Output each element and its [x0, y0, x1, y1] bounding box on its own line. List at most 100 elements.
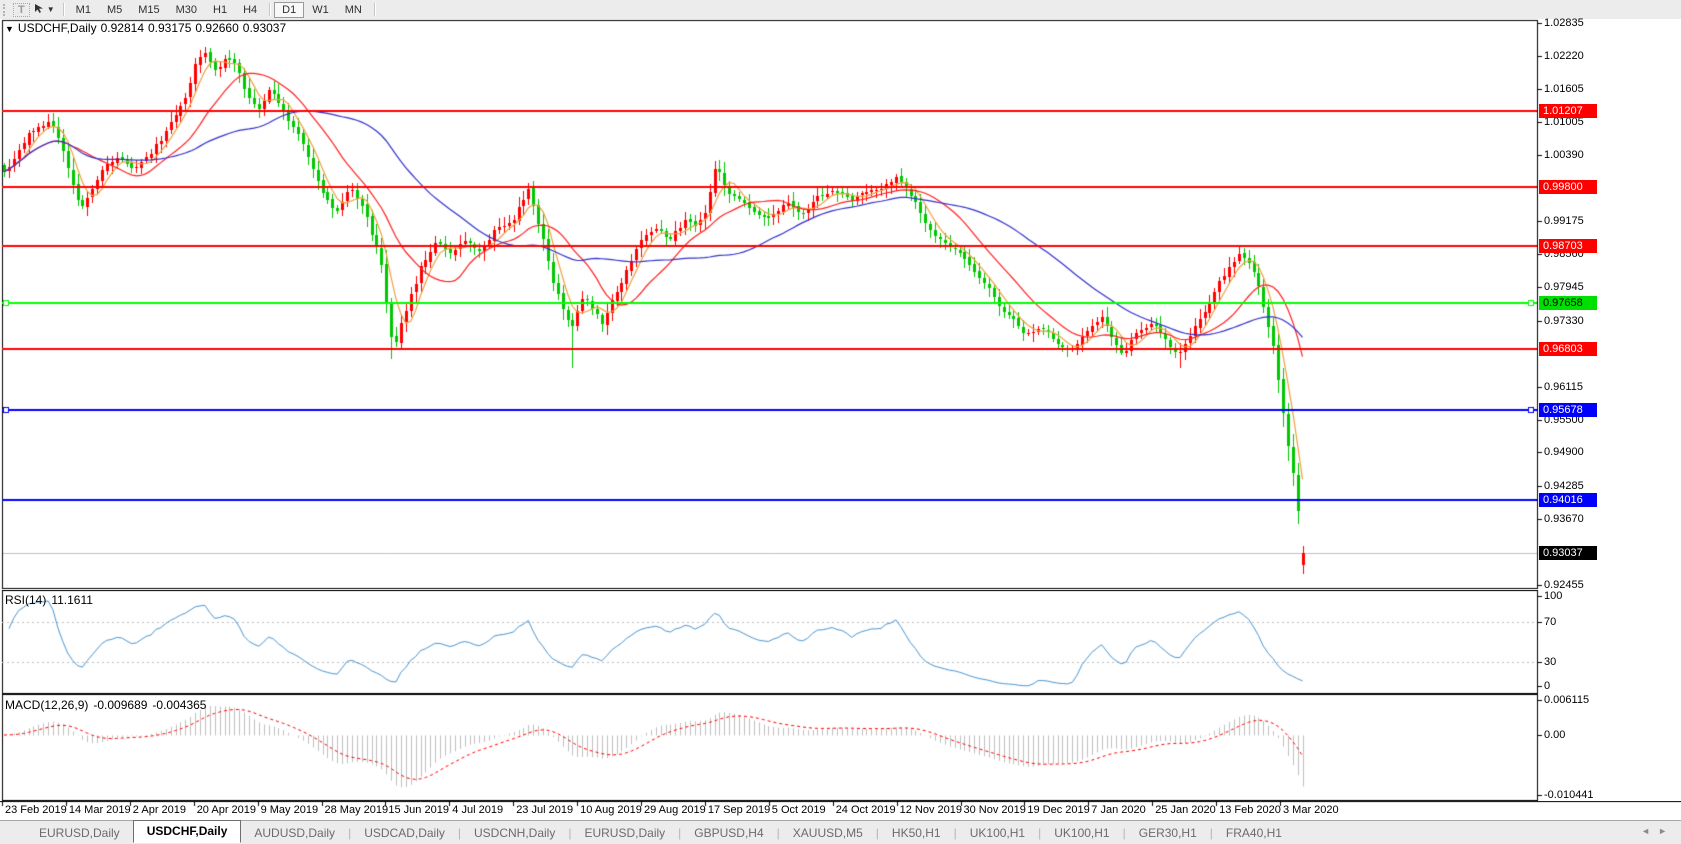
tab-scroll-arrows[interactable]: ◄► [1641, 826, 1675, 836]
date-axis-label: 2 Apr 2019 [133, 804, 186, 816]
toolbar-separator [63, 3, 64, 16]
price-axis-tick-label: 0.99175 [1544, 214, 1584, 228]
rsi-axis-label: 30 [1544, 655, 1556, 669]
date-axis-label: 30 Nov 2019 [964, 804, 1026, 816]
macd-panel [0, 694, 1681, 801]
date-axis-label: 13 Feb 2020 [1219, 804, 1281, 816]
chart-tab-usdcnh-daily[interactable]: USDCNH,Daily [461, 822, 568, 844]
price-axis-tick-label: 1.01605 [1544, 82, 1584, 96]
date-axis-label: 5 Oct 2019 [772, 804, 826, 816]
price-axis-tick-label: 1.00390 [1544, 148, 1584, 162]
date-axis-label: 12 Nov 2019 [900, 804, 962, 816]
rsi-axis-label: 70 [1544, 615, 1556, 629]
cursor-tool-icon [34, 3, 45, 17]
chart-close: 0.93037 [243, 21, 286, 35]
chart-tab-uk100-h1[interactable]: UK100,H1 [957, 822, 1038, 844]
rsi-indicator-label: RSI(14) 11.1611 [5, 593, 98, 607]
toolbar-grip[interactable] [3, 4, 7, 16]
price-axis-tick-label: 1.02835 [1544, 16, 1584, 30]
collapse-triangle-icon[interactable]: ▼ [5, 24, 14, 34]
timeframe-button-m15[interactable]: M15 [130, 2, 167, 18]
chart-low: 0.92660 [195, 21, 238, 35]
cursor-tool-button[interactable]: ▼ [30, 2, 59, 18]
timeframe-button-h1[interactable]: H1 [205, 2, 235, 18]
chart-tab-gbpusd-h4[interactable]: GBPUSD,H4 [681, 822, 776, 844]
rsi-value: 11.1611 [51, 593, 93, 607]
macd-axis-label: 0.00 [1544, 728, 1565, 742]
date-axis-label: 29 Aug 2019 [644, 804, 706, 816]
price-axis-tick-label: 0.94900 [1544, 445, 1584, 459]
timeframe-button-w1[interactable]: W1 [304, 2, 337, 18]
chart-open: 0.92814 [101, 21, 144, 35]
tab-scroll-right-icon: ► [1658, 826, 1675, 836]
chart-tab-hk50-h1[interactable]: HK50,H1 [879, 822, 954, 844]
macd-axis-label: -0.010441 [1544, 788, 1594, 802]
chart-tab-bar: EURUSD,DailyUSDCHF,DailyAUDUSD,Daily|USD… [0, 820, 1681, 844]
date-axis-label: 14 Mar 2019 [69, 804, 131, 816]
price-axis-tick-label: 0.97945 [1544, 280, 1584, 294]
price-axis-tick-label: 0.96115 [1544, 380, 1583, 394]
macd-indicator-label: MACD(12,26,9) -0.009689 -0.004365 [5, 698, 211, 712]
date-axis-label: 25 Jan 2020 [1155, 804, 1216, 816]
price-axis-tick-label: 1.02220 [1544, 49, 1584, 63]
price-line-label: 0.98703 [1539, 239, 1597, 253]
chart-tab-usdchf-daily[interactable]: USDCHF,Daily [133, 820, 242, 843]
price-axis-tick-label: 0.93670 [1544, 512, 1584, 526]
date-axis-label: 17 Sep 2019 [708, 804, 770, 816]
price-line-label: 0.97658 [1539, 296, 1597, 310]
chart-symbol: USDCHF,Daily [18, 21, 97, 35]
macd-value: -0.009689 [93, 698, 147, 712]
top-toolbar: T ▼ M1M5M15M30H1H4 D1W1MN [0, 0, 1681, 20]
date-axis-label: 19 Dec 2019 [1027, 804, 1089, 816]
price-line-label: 0.96803 [1539, 342, 1597, 356]
chart-tab-uk100-h1[interactable]: UK100,H1 [1041, 822, 1122, 844]
chart-tab-xauusd-m5[interactable]: XAUUSD,M5 [780, 822, 876, 844]
date-axis-label: 20 Apr 2019 [197, 804, 256, 816]
macd-name: MACD(12,26,9) [5, 698, 88, 712]
timeframe-button-d1[interactable]: D1 [274, 2, 304, 18]
chart-tab-audusd-daily[interactable]: AUDUSD,Daily [241, 822, 348, 844]
macd-canvas[interactable] [0, 694, 1681, 801]
chart-high: 0.93175 [148, 21, 191, 35]
dropdown-caret-icon: ▼ [47, 5, 55, 14]
chart-title: ▼ USDCHF,Daily 0.92814 0.93175 0.92660 0.9303… [5, 21, 290, 35]
timeframe-button-m30[interactable]: M30 [168, 2, 205, 18]
chart-tab-eurusd-daily[interactable]: EURUSD,Daily [571, 822, 678, 844]
date-axis-label: 15 Jun 2019 [388, 804, 449, 816]
date-axis-label: 10 Aug 2019 [580, 804, 642, 816]
timeframe-button-h4[interactable]: H4 [235, 2, 265, 18]
date-axis-label: 7 Jan 2020 [1091, 804, 1145, 816]
macd-axis-label: 0.006115 [1544, 693, 1589, 707]
rsi-panel [0, 590, 1681, 694]
price-axis-tick-label: 0.97330 [1544, 314, 1584, 328]
date-axis-label: 24 Oct 2019 [836, 804, 896, 816]
timeframe-button-mn[interactable]: MN [337, 2, 370, 18]
timeframe-button-m1[interactable]: M1 [68, 2, 99, 18]
price-line-label: 0.94016 [1539, 493, 1597, 507]
date-axis-label: 28 May 2019 [325, 804, 389, 816]
rsi-axis-label: 100 [1544, 589, 1562, 603]
rsi-name: RSI(14) [5, 593, 46, 607]
toolbar-separator [374, 3, 375, 16]
main-chart-panel [0, 19, 1681, 590]
price-line-label: 0.99800 [1539, 180, 1597, 194]
chart-tab-fra40-h1[interactable]: FRA40,H1 [1213, 822, 1295, 844]
timeframe-button-m5[interactable]: M5 [99, 2, 130, 18]
rsi-axis-label: 0 [1544, 679, 1550, 693]
current-price-label: 0.93037 [1539, 546, 1597, 560]
price-axis-tick-label: 0.94285 [1544, 479, 1584, 493]
chart-tab-ger30-h1[interactable]: GER30,H1 [1126, 822, 1210, 844]
chart-tab-usdcad-daily[interactable]: USDCAD,Daily [351, 822, 458, 844]
main-chart-canvas[interactable] [0, 19, 1681, 590]
macd-signal-value: -0.004365 [152, 698, 206, 712]
text-tool-icon[interactable]: T [13, 3, 30, 17]
price-line-label: 0.95678 [1539, 403, 1597, 417]
date-axis-label: 23 Jul 2019 [516, 804, 573, 816]
date-axis-label: 23 Feb 2019 [5, 804, 67, 816]
chart-tab-eurusd-daily[interactable]: EURUSD,Daily [26, 822, 133, 844]
date-axis-label: 4 Jul 2019 [452, 804, 503, 816]
tab-scroll-left-icon: ◄ [1641, 826, 1658, 836]
date-axis-label: 9 May 2019 [261, 804, 318, 816]
rsi-canvas[interactable] [0, 590, 1681, 694]
price-line-label: 1.01207 [1539, 104, 1597, 118]
